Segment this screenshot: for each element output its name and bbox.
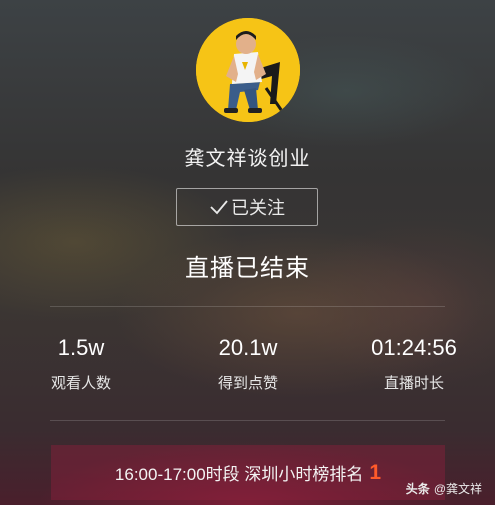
watermark-handle: @龚文祥: [433, 482, 482, 496]
watermark-brand: 头条: [405, 482, 430, 496]
stat-label: 得到点赞: [217, 375, 278, 392]
rank-text: 16:00-17:00时段 深圳小时榜排名: [114, 465, 364, 484]
stat-duration: 01:24:56 直播时长: [344, 332, 484, 393]
stat-label: 直播时长: [383, 375, 444, 392]
stat-value: 20.1w: [218, 335, 278, 360]
stat-viewers: 1.5w 观看人数: [11, 332, 151, 393]
avatar[interactable]: [196, 18, 300, 122]
follow-button[interactable]: 已关注: [176, 188, 318, 226]
check-icon: [209, 199, 229, 215]
stat-likes: 20.1w 得到点赞: [178, 332, 318, 393]
hourly-rank-banner[interactable]: 16:00-17:00时段 深圳小时榜排名 1: [51, 445, 445, 500]
stat-value: 1.5w: [57, 335, 105, 360]
follow-label: 已关注: [231, 198, 285, 218]
avatar-photo: [196, 18, 300, 122]
stat-label: 观看人数: [50, 375, 111, 392]
live-ended-title: 直播已结束: [185, 255, 310, 282]
streamer-name: 龚文祥谈创业: [184, 148, 311, 170]
watermark: 头条 @龚文祥: [406, 480, 482, 497]
stats-row: 1.5w 观看人数 20.1w 得到点赞 01:24:56 直播时长: [0, 332, 495, 402]
rank-number: 1: [369, 460, 382, 484]
divider: [50, 420, 445, 421]
stat-value: 01:24:56: [371, 335, 457, 360]
divider: [50, 306, 445, 307]
